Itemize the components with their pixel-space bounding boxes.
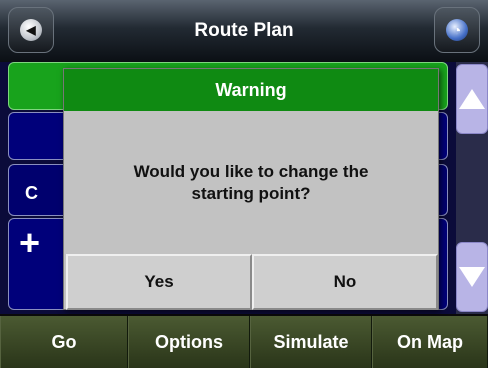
plus-icon: + <box>19 222 41 263</box>
no-button[interactable]: No <box>252 254 438 310</box>
dialog-message: Would you like to change the starting po… <box>74 161 428 205</box>
dialog-message-line2: starting point? <box>191 184 311 203</box>
page-title: Route Plan <box>194 20 294 41</box>
bottom-toolbar: Go Options Simulate On Map <box>0 316 488 368</box>
scroll-down-button[interactable] <box>456 242 488 312</box>
globe-button[interactable]: ◔ <box>434 7 480 53</box>
dialog-message-line1: Would you like to change the <box>133 162 369 181</box>
scrollbar <box>456 62 488 314</box>
globe-icon: ◔ <box>446 19 468 41</box>
title-bar: ◀ Route Plan ◔ <box>0 0 488 62</box>
triangle-down-icon <box>459 267 485 287</box>
warning-dialog: Warning Would you like to change the sta… <box>63 68 439 310</box>
go-button[interactable]: Go <box>0 316 128 368</box>
yes-button[interactable]: Yes <box>66 254 252 310</box>
dialog-title: Warning <box>64 69 438 111</box>
simulate-button[interactable]: Simulate <box>250 316 372 368</box>
scroll-up-button[interactable] <box>456 64 488 134</box>
on-map-button[interactable]: On Map <box>372 316 488 368</box>
options-button[interactable]: Options <box>128 316 250 368</box>
list-item-label: C <box>25 183 38 203</box>
triangle-up-icon <box>459 89 485 109</box>
